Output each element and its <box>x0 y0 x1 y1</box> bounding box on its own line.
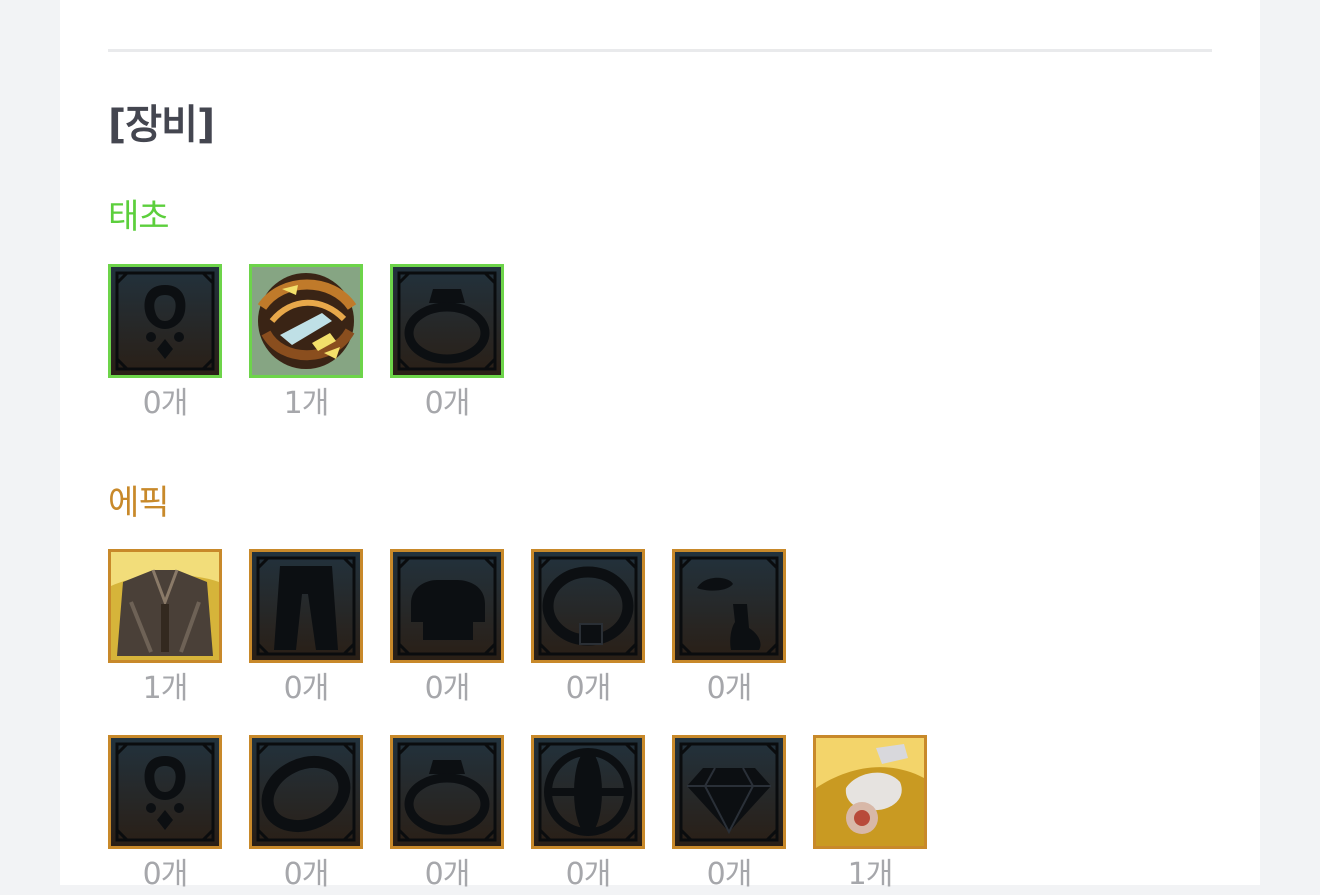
grade-title-taecho: 태초 <box>108 197 170 237</box>
equipment-slot-frame <box>531 549 645 663</box>
bracelet-icon <box>252 738 360 846</box>
item-count: 0개 <box>565 857 612 892</box>
equipment-slot-frame <box>249 549 363 663</box>
bracelet-icon <box>252 267 360 375</box>
item-count: 0개 <box>706 671 753 706</box>
shoes-icon <box>675 552 783 660</box>
equipment-slot-frame <box>390 735 504 849</box>
equipment-slot[interactable]: 1개 <box>249 264 363 422</box>
item-count: 1개 <box>142 671 189 706</box>
support-icon <box>534 738 642 846</box>
equipment-slot[interactable]: 0개 <box>108 735 222 893</box>
equipment-slot-frame <box>390 264 504 378</box>
equipment-slot-frame <box>672 735 786 849</box>
pants-icon <box>252 552 360 660</box>
item-count: 1개 <box>283 386 330 421</box>
equipment-slot-frame <box>249 264 363 378</box>
equipment-slot[interactable]: 1개 <box>813 735 927 893</box>
equipment-slot-frame <box>108 735 222 849</box>
equipment-slot[interactable]: 0개 <box>531 735 645 893</box>
necklace-icon <box>111 267 219 375</box>
item-count: 0개 <box>424 671 471 706</box>
equipment-slot-frame <box>390 549 504 663</box>
equipment-slot-frame <box>531 735 645 849</box>
equipment-slot-frame <box>108 549 222 663</box>
equipment-slot-frame <box>672 549 786 663</box>
item-count: 0개 <box>283 857 330 892</box>
equipment-card: [장비] 태초 0개 1개 0개 에픽 1개 0개 0개 0개 0개 0개 0개 0개 0개 0개 1… <box>60 0 1260 892</box>
top-armor-icon <box>111 552 219 660</box>
earring-icon <box>816 738 924 846</box>
grade-title-epic: 에픽 <box>108 483 170 523</box>
necklace-icon <box>111 738 219 846</box>
equipment-slot[interactable]: 0개 <box>108 264 222 422</box>
item-count: 0개 <box>565 671 612 706</box>
equipment-slot[interactable]: 0개 <box>531 549 645 707</box>
item-count: 0개 <box>706 857 753 892</box>
equipment-slot[interactable]: 1개 <box>108 549 222 707</box>
shoulder-icon <box>393 552 501 660</box>
gem-icon <box>675 738 783 846</box>
divider <box>108 49 1212 52</box>
ring-icon <box>393 738 501 846</box>
section-title: [장비] <box>108 102 215 148</box>
equipment-slot-frame <box>813 735 927 849</box>
item-count: 0개 <box>424 857 471 892</box>
belt-icon <box>534 552 642 660</box>
equipment-slot[interactable]: 0개 <box>672 549 786 707</box>
ring-icon <box>393 267 501 375</box>
item-count: 1개 <box>847 857 894 892</box>
equipment-slot[interactable]: 0개 <box>390 735 504 893</box>
equipment-slot[interactable]: 0개 <box>390 549 504 707</box>
equipment-slot[interactable]: 0개 <box>390 264 504 422</box>
item-count: 0개 <box>424 386 471 421</box>
item-count: 0개 <box>142 386 189 421</box>
item-count: 0개 <box>142 857 189 892</box>
equipment-slot[interactable]: 0개 <box>672 735 786 893</box>
item-count: 0개 <box>283 671 330 706</box>
equipment-slot[interactable]: 0개 <box>249 549 363 707</box>
equipment-slot-frame <box>249 735 363 849</box>
equipment-slot[interactable]: 0개 <box>249 735 363 893</box>
equipment-slot-frame <box>108 264 222 378</box>
